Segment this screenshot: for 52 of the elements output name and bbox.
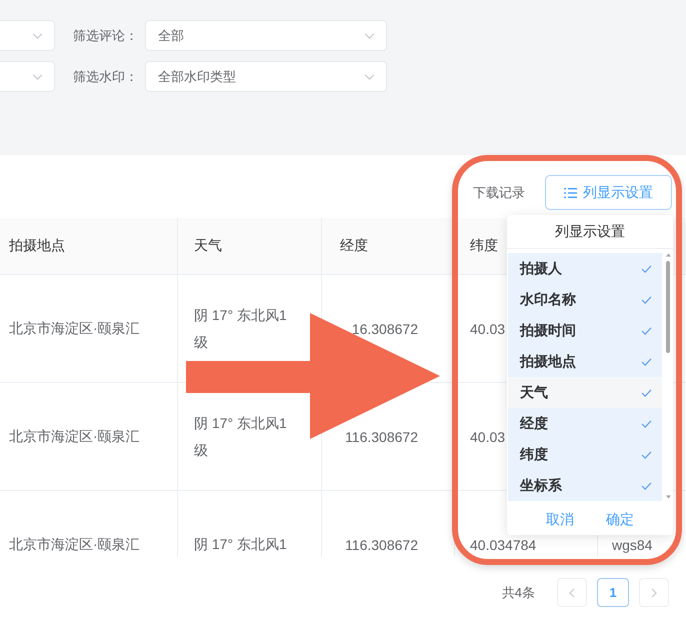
column-option[interactable]: 天气 (508, 377, 662, 408)
column-header: 经度 (340, 237, 368, 255)
weather-text: 阴 17° 东北风1级 (194, 306, 288, 352)
check-icon (641, 482, 652, 490)
column-option[interactable]: 拍摄地点 (508, 346, 662, 377)
column-header: 拍摄地点 (9, 237, 65, 255)
location-text: 北京市海淀区·颐泉汇 (9, 320, 140, 338)
check-icon (641, 296, 652, 304)
scrollbar-thumb[interactable] (666, 261, 670, 353)
chevron-right-icon (651, 588, 657, 598)
chevron-down-icon (364, 32, 375, 38)
weather-text: 阴 17° 东北风1级 (194, 414, 288, 460)
check-icon (641, 420, 652, 428)
select-field[interactable] (0, 61, 55, 92)
latitude-text: 40.03 (470, 320, 506, 336)
check-icon (641, 388, 652, 396)
check-icon (641, 450, 652, 458)
list-icon (564, 188, 577, 198)
total-count: 共4条 (502, 584, 535, 602)
filter-label: 筛选水印： (73, 68, 139, 86)
check-icon (641, 326, 652, 334)
column-option[interactable]: 拍摄时间 (508, 315, 662, 346)
check-icon (641, 358, 652, 366)
column-option[interactable]: 经度 (508, 408, 662, 439)
longitude-text: 116.308672 (345, 536, 418, 552)
longitude-text: 16.308672 (352, 320, 418, 336)
download-history-link[interactable]: 下载记录 (473, 184, 525, 202)
popover-title: 列显示设置 (507, 215, 673, 249)
chevron-left-icon (569, 588, 575, 598)
chevron-down-icon (364, 74, 375, 80)
coordinate-system-text: wgs84 (612, 536, 652, 552)
filter-label: 筛选评论： (73, 26, 139, 44)
latitude-text: 40.034784 (470, 536, 536, 552)
column-option[interactable]: 水印名称 (508, 284, 662, 315)
filter-select[interactable]: 全部 (145, 20, 387, 51)
scroll-up-icon[interactable] (666, 253, 670, 257)
location-text: 北京市海淀区·颐泉汇 (9, 536, 140, 554)
column-option[interactable]: 纬度 (508, 439, 662, 470)
location-text: 北京市海淀区·颐泉汇 (9, 428, 140, 446)
check-icon (641, 264, 652, 272)
column-option[interactable]: 拍摄人 (508, 253, 662, 284)
chevron-down-icon (32, 74, 43, 80)
weather-text: 阴 17° 东北风1 (194, 535, 287, 554)
scroll-down-icon[interactable] (666, 495, 670, 499)
column-header: 纬度 (470, 237, 498, 255)
chevron-down-icon (32, 32, 43, 38)
select-field[interactable] (0, 20, 55, 51)
latitude-text: 40.03 (470, 428, 506, 444)
column-option[interactable]: 坐标系 (508, 470, 662, 501)
filter-select[interactable]: 全部水印类型 (145, 61, 387, 92)
column-header: 天气 (194, 237, 222, 255)
longitude-text: 116.308672 (345, 428, 418, 444)
